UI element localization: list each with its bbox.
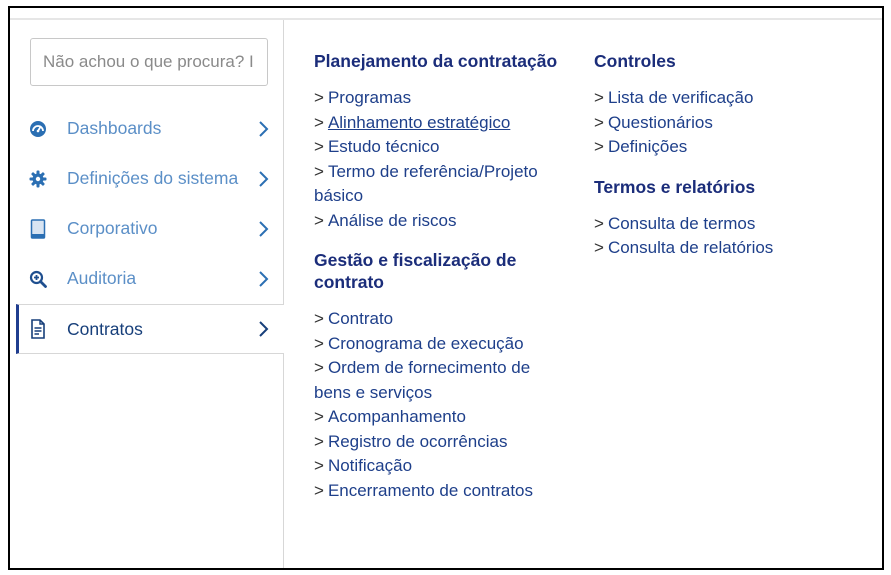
menu-link-encerramento[interactable]: > Encerramento de contratos xyxy=(314,479,564,504)
chevron-right-icon: > xyxy=(594,88,604,107)
chevron-right-icon: > xyxy=(314,333,324,353)
chevron-right-icon: > xyxy=(314,456,324,475)
chevron-right-icon: > xyxy=(594,213,604,233)
section-gestao: Gestão e fiscalização de contrato > Contr… xyxy=(314,249,564,503)
chevron-right-icon: > xyxy=(314,137,324,156)
menu-panel: Dashboards xyxy=(8,6,884,570)
sidebar-menu: Dashboards Definições do sistema Corpora… xyxy=(16,104,284,354)
sidebar-item-label: Auditoria xyxy=(67,268,137,288)
menu-link-definicoes[interactable]: > Definições xyxy=(594,135,854,160)
menu-link-lista-verificacao[interactable]: > Lista de verificação xyxy=(594,86,854,111)
chevron-right-icon: > xyxy=(314,431,324,451)
menu-link-analise-riscos[interactable]: > Análise de riscos xyxy=(314,209,564,234)
building-icon xyxy=(28,218,48,239)
sidebar-item-definicoes[interactable]: Definições do sistema xyxy=(16,154,284,204)
chevron-right-icon: > xyxy=(594,238,604,257)
sidebar-item-label: Corporativo xyxy=(67,218,158,238)
sidebar-item-label: Dashboards xyxy=(67,118,162,138)
section-controles: Controles > Lista de verificação > Questio… xyxy=(594,50,854,160)
menu-link-contrato[interactable]: > Contrato xyxy=(314,307,564,332)
dashboard-gauge-icon xyxy=(28,119,48,139)
sidebar-item-corporativo[interactable]: Corporativo xyxy=(16,204,284,254)
chevron-right-icon xyxy=(256,119,270,139)
section-title: Controles xyxy=(594,51,676,71)
menu-link-programas[interactable]: > Programas xyxy=(314,86,564,111)
sidebar-item-dashboards[interactable]: Dashboards xyxy=(16,104,284,154)
sidebar-item-label: Definições do sistema xyxy=(67,168,239,188)
search-box[interactable] xyxy=(30,38,268,86)
section-title: Planejamento da contratação xyxy=(314,51,558,71)
chevron-right-icon xyxy=(256,169,270,189)
section-title: Gestão e fiscalização de contrato xyxy=(314,250,517,292)
chevron-right-icon: > xyxy=(314,112,324,132)
menu-column-2: Controles > Lista de verificação > Questio… xyxy=(594,50,854,261)
menu-link-notificacao[interactable]: > Notificação xyxy=(314,454,564,479)
sidebar-item-label: Contratos xyxy=(67,318,143,339)
sidebar-item-auditoria[interactable]: Auditoria xyxy=(16,254,284,304)
zoom-in-icon xyxy=(28,269,48,289)
menu-link-acompanhamento[interactable]: > Acompanhamento xyxy=(314,405,564,430)
chevron-right-icon: > xyxy=(594,137,604,156)
chevron-right-icon xyxy=(256,319,270,339)
chevron-right-icon: > xyxy=(314,161,324,181)
chevron-right-icon: > xyxy=(314,210,324,230)
menu-link-consulta-termos[interactable]: > Consulta de termos xyxy=(594,212,854,237)
menu-link-consulta-relatorios[interactable]: > Consulta de relatórios xyxy=(594,236,854,261)
menu-link-registro-ocorrencias[interactable]: > Registro de ocorrências xyxy=(314,430,564,455)
top-strip xyxy=(10,8,882,20)
menu-link-cronograma[interactable]: > Cronograma de execução xyxy=(314,332,564,357)
chevron-right-icon: > xyxy=(314,309,324,328)
chevron-right-icon: > xyxy=(314,480,324,500)
menu-column-1: Planejamento da contratação > Programas >… xyxy=(314,50,564,503)
gear-icon xyxy=(28,169,48,189)
menu-link-alinhamento[interactable]: > Alinhamento estratégico xyxy=(314,111,564,136)
menu-link-questionarios[interactable]: > Questionários xyxy=(594,111,854,136)
chevron-right-icon xyxy=(256,269,270,289)
menu-link-estudo-tecnico[interactable]: > Estudo técnico xyxy=(314,135,564,160)
chevron-right-icon: > xyxy=(314,407,324,426)
chevron-right-icon: > xyxy=(314,88,324,107)
section-title: Termos e relatórios xyxy=(594,176,756,197)
search-input[interactable] xyxy=(31,39,267,85)
chevron-right-icon: > xyxy=(314,358,324,377)
menu-link-ordem-fornecimento[interactable]: > Ordem de fornecimento de bens e serviço… xyxy=(314,356,564,405)
sidebar-item-contratos[interactable]: Contratos xyxy=(16,304,284,354)
section-planejamento: Planejamento da contratação > Programas >… xyxy=(314,50,564,233)
section-termos-relatorios: Termos e relatórios > Consulta de termos … xyxy=(594,176,854,261)
document-icon xyxy=(28,319,48,339)
chevron-right-icon: > xyxy=(594,112,604,132)
chevron-right-icon xyxy=(256,219,270,239)
sidebar: Dashboards xyxy=(16,20,284,568)
menu-link-termo-referencia[interactable]: > Termo de referência/Projeto básico xyxy=(314,160,564,209)
